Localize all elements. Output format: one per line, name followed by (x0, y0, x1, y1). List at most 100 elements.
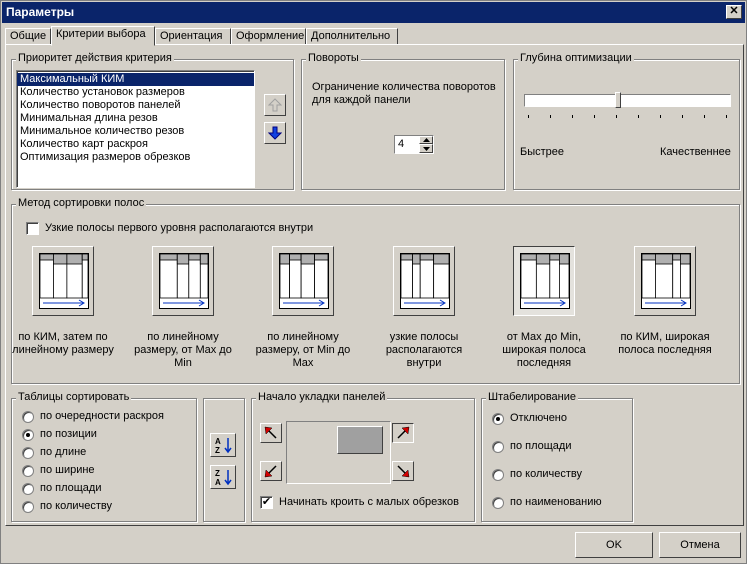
stacking-group: Штабелирование Отключено по площади по кол… (481, 391, 633, 522)
priority-item[interactable]: Максимальный КИМ (17, 73, 254, 86)
tab-selection-criteria[interactable]: Критерии выбора (51, 26, 155, 46)
cancel-button[interactable]: Отмена (659, 532, 741, 558)
criteria-panel: Приоритет действия критерия Максимальный… (5, 44, 744, 526)
tab-label: Оформление (236, 30, 305, 42)
depth-legend: Глубина оптимизации (518, 52, 634, 64)
radio-label: по площади (510, 440, 572, 452)
priority-item[interactable]: Минимальная длина резов (17, 112, 254, 125)
ok-label: OK (606, 539, 622, 551)
depth-slider-track[interactable] (524, 94, 731, 107)
sort-direction-group: AZ ZA (203, 398, 245, 522)
tab-label: Критерии выбора (56, 28, 146, 40)
spin-down-button[interactable] (419, 144, 433, 153)
checkmark-icon: ✔ (261, 496, 272, 508)
narrow-strips-checkbox[interactable] (26, 222, 39, 235)
sort-ascending-button[interactable]: AZ (210, 433, 236, 457)
sort-option-button[interactable] (272, 246, 334, 316)
radio-button[interactable] (22, 411, 34, 423)
arrow-up-icon (268, 98, 282, 112)
narrow-strips-label: Узкие полосы первого уровня располагаютс… (45, 222, 314, 234)
sort-option-button[interactable] (634, 246, 696, 316)
tab-label: Общие (10, 30, 47, 42)
slider-tick (726, 115, 727, 118)
tab-design[interactable]: Оформление (231, 28, 306, 45)
priority-item[interactable]: Количество карт раскроя (17, 138, 254, 151)
priority-group: Приоритет действия критерия Максимальный… (11, 52, 294, 190)
depth-slider-thumb[interactable] (615, 92, 622, 108)
priority-listbox[interactable]: Максимальный КИМ Количество установок раз… (16, 70, 255, 188)
sort-option-label: по КИМ, затем по линейному размеру (12, 331, 114, 356)
tables-sort-legend: Таблицы сортировать (16, 391, 132, 403)
small-offcuts-checkbox[interactable]: ✔ (260, 496, 273, 509)
cancel-label: Отмена (680, 539, 720, 551)
sort-option-button[interactable] (513, 246, 575, 316)
priority-item[interactable]: Количество установок размеров (17, 86, 254, 99)
close-icon: ✕ (729, 5, 739, 17)
window-title: Параметры (6, 5, 75, 19)
radio-button[interactable] (22, 447, 34, 459)
rotations-group: Повороты Ограничение количества поворото… (301, 52, 505, 190)
arrow-top-right-icon (397, 426, 410, 439)
slider-tick (572, 115, 573, 118)
tab-orientation[interactable]: Ориентация (155, 28, 231, 45)
slider-tick (616, 115, 617, 118)
tab-general[interactable]: Общие (5, 28, 51, 45)
radio-label: Отключено (510, 412, 567, 424)
radio-label: по ширине (40, 464, 95, 476)
start-top-right-button[interactable] (392, 423, 414, 443)
depth-group: Глубина оптимизации Быстрее Качественнее (513, 52, 740, 190)
strip-layout-icon (279, 253, 329, 309)
sort-az-icon: AZ (215, 437, 232, 455)
radio-button[interactable] (492, 497, 504, 509)
svg-text:Z: Z (215, 469, 220, 478)
radio-button[interactable] (22, 465, 34, 477)
rotations-spinner[interactable]: 4 (394, 135, 434, 154)
tables-sort-group: Таблицы сортировать по очередности раскр… (11, 391, 197, 522)
start-bottom-left-button[interactable] (260, 461, 282, 481)
radio-button[interactable] (22, 483, 34, 495)
strip-layout-icon (39, 253, 89, 309)
triangle-down-icon (422, 146, 430, 151)
svg-text:Z: Z (215, 446, 220, 455)
radio-button[interactable] (22, 429, 34, 441)
move-up-button[interactable] (264, 94, 286, 116)
tab-label: Ориентация (160, 30, 223, 42)
sort-option-label: по КИМ, широкая полоса последняя (618, 331, 712, 356)
sort-option-button[interactable] (32, 246, 94, 316)
strip-layout-icon (520, 253, 570, 309)
arrow-bottom-right-icon (397, 465, 410, 478)
priority-item[interactable]: Оптимизация размеров обрезков (17, 151, 254, 164)
sort-option-button[interactable] (393, 246, 455, 316)
strip-layout-icon (159, 253, 209, 309)
ok-button[interactable]: OK (575, 532, 653, 558)
slider-tick (638, 115, 639, 118)
start-top-left-button[interactable] (260, 423, 282, 443)
svg-text:A: A (215, 437, 221, 446)
depth-fast-label: Быстрее (520, 146, 565, 158)
rotations-label: Ограничение количества поворотов для каж… (312, 81, 496, 106)
slider-tick (704, 115, 705, 118)
slider-tick (528, 115, 529, 118)
slider-tick (594, 115, 595, 118)
radio-button[interactable] (22, 501, 34, 513)
arrow-top-left-icon (264, 426, 277, 439)
radio-label: по очередности раскроя (40, 410, 164, 422)
radio-button[interactable] (492, 413, 504, 425)
placement-preview (286, 421, 391, 484)
tab-additional[interactable]: Дополнительно (306, 28, 398, 45)
sort-option-label: по линейному размеру, от Max до Min (134, 331, 232, 369)
sort-descending-button[interactable]: ZA (210, 465, 236, 489)
stacking-legend: Штабелирование (486, 391, 579, 403)
start-bottom-right-button[interactable] (392, 461, 414, 481)
start-placement-group: Начало укладки панелей ✔ Начинать кроить… (251, 391, 475, 522)
priority-item[interactable]: Количество поворотов панелей (17, 99, 254, 112)
radio-button[interactable] (492, 441, 504, 453)
sort-option-button[interactable] (152, 246, 214, 316)
close-button[interactable]: ✕ (726, 5, 742, 19)
spin-up-button[interactable] (419, 136, 433, 144)
strip-layout-icon (641, 253, 691, 309)
radio-button[interactable] (492, 469, 504, 481)
move-down-button[interactable] (264, 122, 286, 144)
sort-za-icon: ZA (215, 469, 232, 487)
priority-item[interactable]: Минимальное количество резов (17, 125, 254, 138)
